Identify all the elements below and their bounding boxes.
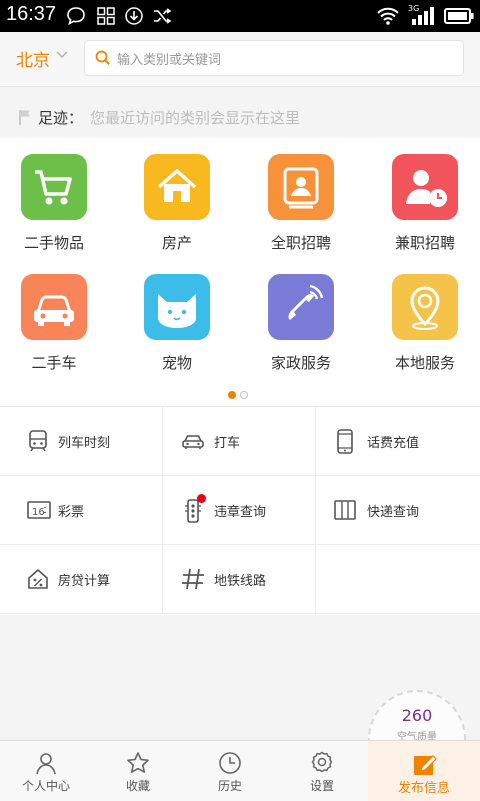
mobile-phone-icon [337,429,353,454]
footprint-label: 足迹： [38,109,84,127]
category-fulltime-jobs[interactable]: 全职招聘 [241,154,361,253]
air-quality-value: 260 [401,706,433,725]
search-icon [95,50,110,65]
tool-phone-recharge[interactable]: 话费充值 [315,407,480,476]
city-selector[interactable]: 北京 [16,46,50,71]
category-label: 二手物品 [23,234,84,252]
cat-icon [144,274,210,340]
id-card-icon [268,154,334,220]
tool-label: 房贷计算 [58,574,111,589]
tool-express-tracking[interactable]: 快递查询 [315,476,480,545]
signal-strength-icon [412,7,434,25]
phone-handset-icon [268,274,334,340]
tool-train-schedule[interactable]: 列车时刻 [0,407,163,476]
tools-grid: 列车时刻 打车 话费充值 16 彩票 违章查询 快递查询 房贷计算 地铁线路 [0,406,480,615]
house-icon [144,154,210,220]
chevron-down-icon[interactable] [55,49,69,61]
chat-bubble-icon [67,7,85,26]
lottery-icon: 16 [27,501,51,519]
tool-traffic-violation[interactable]: 违章查询 [162,476,316,545]
tool-label: 列车时刻 [58,436,111,451]
tool-label: 地铁线路 [214,574,267,589]
star-icon [127,752,149,773]
package-icon [334,500,356,520]
tool-lottery[interactable]: 16 彩票 [0,476,163,545]
shopping-cart-icon [21,154,87,220]
category-pets[interactable]: 宠物 [117,274,237,373]
tab-settings[interactable]: 设置 [276,741,368,801]
battery-icon [444,8,474,24]
tab-label: 收藏 [125,779,150,793]
category-secondhand-goods[interactable]: 二手物品 [0,154,114,253]
clock-icon [219,752,241,774]
train-icon [29,430,47,452]
person-clock-icon [392,154,458,220]
category-label: 房产 [161,234,192,252]
tool-empty-slot [315,545,480,614]
person-icon [36,753,56,775]
category-parttime-jobs[interactable]: 兼职招聘 [365,154,480,253]
category-used-cars[interactable]: 二手车 [0,274,114,373]
wifi-icon [377,7,399,25]
category-real-estate[interactable]: 房产 [117,154,237,253]
tool-label: 打车 [214,436,241,451]
tab-label: 个人中心 [21,779,70,793]
flag-icon [19,110,30,125]
tool-subway-lines[interactable]: 地铁线路 [162,545,316,614]
subway-hash-icon [182,568,204,590]
shuffle-icon [154,8,172,24]
page-indicator [226,384,250,403]
category-local-services[interactable]: 本地服务 [365,274,480,373]
tab-label: 历史 [217,779,242,793]
download-circle-icon [125,7,143,25]
tab-personal-center[interactable]: 个人中心 [0,741,92,801]
category-grid: 二手物品 房产 全职招聘 兼职招聘 二手车 宠物 家政服务 本地服务 [0,138,480,406]
status-time: 16:37 [6,3,57,25]
taxi-icon [182,435,204,449]
footprint-bar: 足迹： 您最近访问的类别会显示在这里 [0,97,480,137]
house-percent-icon [28,569,48,589]
category-label: 兼职招聘 [394,234,455,252]
location-pin-icon [392,274,458,340]
car-icon [21,274,87,340]
top-header: 北京 输入类别或关键词 [0,32,480,87]
tab-label: 设置 [309,779,334,793]
status-bar: 16:37 3G [0,0,480,32]
category-label: 二手车 [31,354,77,372]
category-housekeeping[interactable]: 家政服务 [241,274,361,373]
tool-taxi[interactable]: 打车 [162,407,316,476]
tool-label: 快递查询 [367,505,420,520]
search-placeholder: 输入类别或关键词 [117,53,222,68]
svg-text:16: 16 [32,507,45,518]
category-label: 家政服务 [270,354,331,372]
search-input[interactable]: 输入类别或关键词 [84,40,464,76]
category-label: 宠物 [161,354,192,372]
page-dot-active [228,391,236,399]
edit-icon [414,755,437,775]
category-label: 本地服务 [394,354,455,372]
bottom-tab-bar: 个人中心 收藏 历史 设置 发布信息 [0,740,480,801]
page-dot [240,391,248,399]
tool-mortgage-calculator[interactable]: 房贷计算 [0,545,163,614]
tab-favorites[interactable]: 收藏 [92,741,184,801]
tab-history[interactable]: 历史 [184,741,276,801]
tab-label: 发布信息 [397,781,450,796]
category-label: 全职招聘 [270,234,331,252]
tab-publish[interactable]: 发布信息 [368,741,480,801]
footprint-hint: 您最近访问的类别会显示在这里 [90,109,301,127]
grid-apps-icon [97,7,115,25]
gear-icon [311,751,333,773]
tool-label: 违章查询 [214,505,267,520]
tool-label: 彩票 [58,505,85,520]
tool-label: 话费充值 [367,436,420,451]
notification-dot [197,494,206,503]
